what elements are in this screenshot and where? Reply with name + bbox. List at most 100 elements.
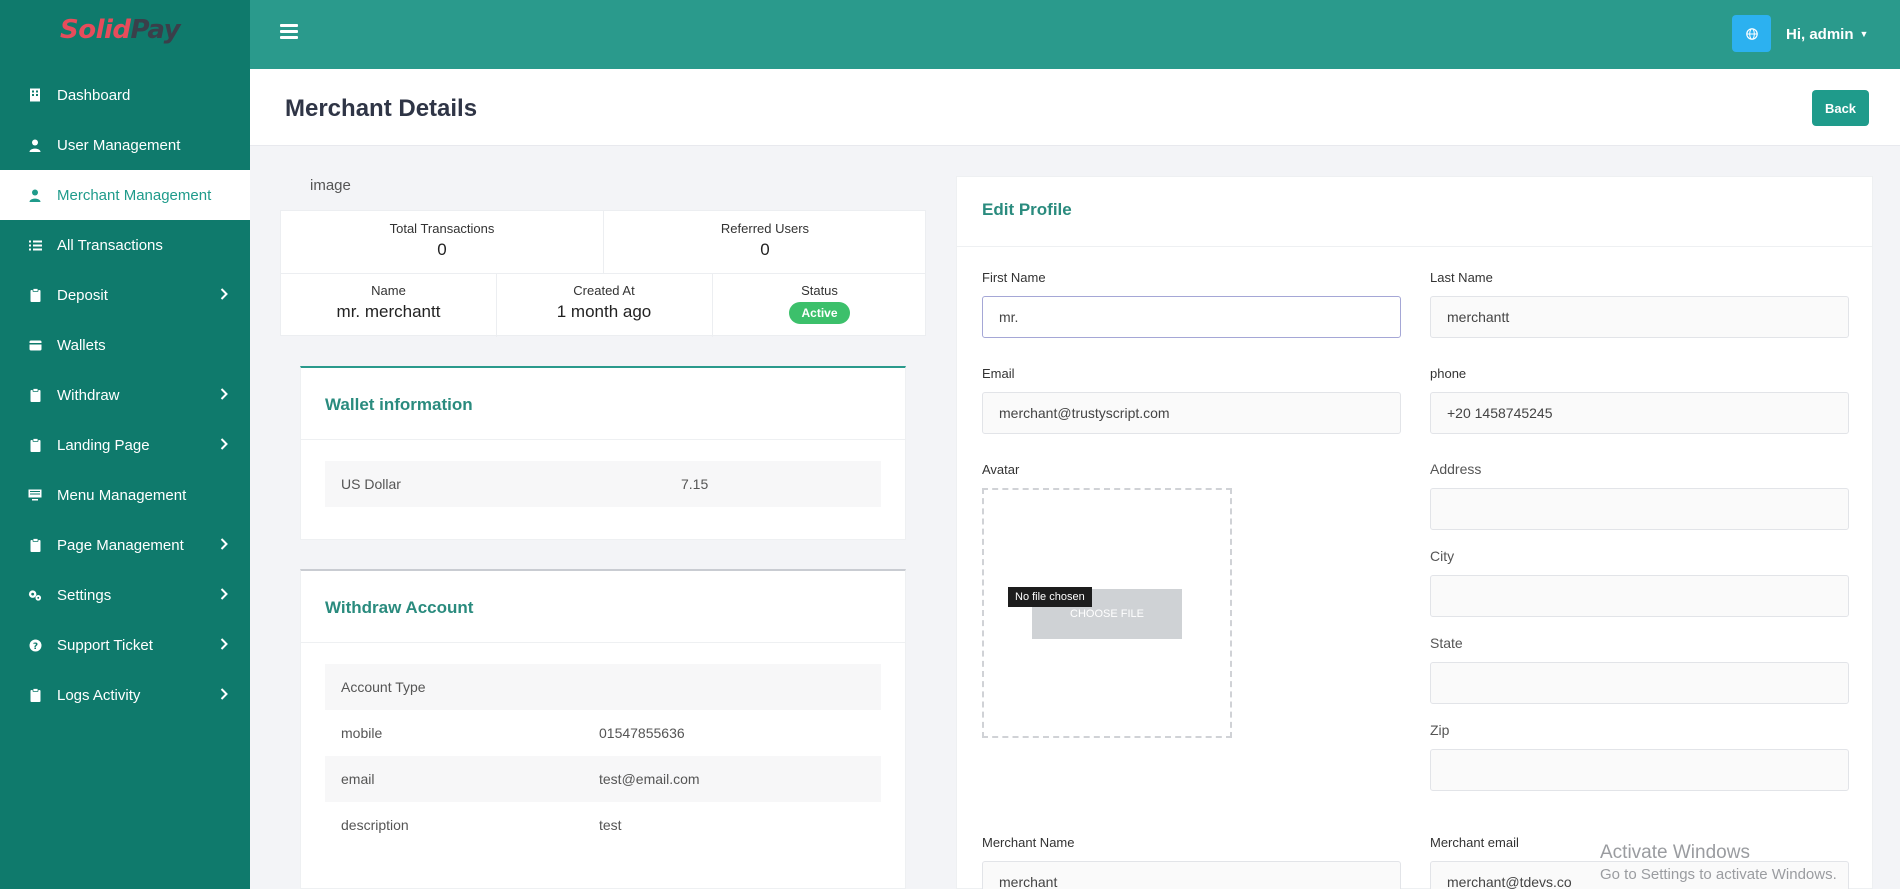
wallet-currency: US Dollar (341, 476, 401, 492)
sidebar-item-label: Dashboard (57, 86, 131, 104)
row-value: 01547855636 (599, 725, 685, 741)
last-name-label: Last Name (1430, 270, 1493, 285)
phone-label: phone (1430, 366, 1467, 381)
sidebar-item-wallets[interactable]: Wallets (0, 320, 250, 370)
sidebar: SolidPay Dashboard User Management Merchan… (0, 0, 250, 889)
zip-input[interactable] (1430, 749, 1849, 791)
avatar-label: Avatar (982, 462, 1020, 477)
clipboard-icon (28, 538, 42, 552)
state-input[interactable] (1430, 662, 1849, 704)
user-menu[interactable]: Hi, admin ▼ (1786, 26, 1868, 43)
chevron-right-icon (220, 287, 228, 303)
sidebar-item-label: User Management (57, 136, 181, 154)
withdraw-account-card: Withdraw Account Account Type mobile 015… (300, 569, 906, 889)
windows-activation-watermark: Activate Windows Go to Settings to activ… (1600, 842, 1837, 883)
first-name-input[interactable]: mr. (982, 296, 1401, 338)
watermark-line1: Activate Windows (1600, 842, 1750, 863)
sidebar-item-menu-management[interactable]: Menu Management (0, 470, 250, 520)
sidebar-item-landing-page[interactable]: Landing Page (0, 420, 250, 470)
chevron-right-icon (220, 437, 228, 453)
sidebar-item-label: Withdraw (57, 386, 120, 404)
clipboard-icon (28, 288, 42, 302)
chevron-right-icon (220, 387, 228, 403)
sidebar-item-settings[interactable]: Settings (0, 570, 250, 620)
language-button[interactable] (1732, 15, 1771, 52)
sidebar-item-label: Page Management (57, 536, 184, 554)
chevron-right-icon (220, 537, 228, 553)
clipboard-icon (28, 388, 42, 402)
sidebar-item-withdraw[interactable]: Withdraw (0, 370, 250, 420)
last-name-input[interactable]: merchantt (1430, 296, 1849, 338)
avatar-dropzone[interactable]: CHOOSE FILE No file chosen (982, 488, 1232, 738)
user-greeting: Hi, admin (1786, 26, 1854, 43)
sidebar-item-label: Deposit (57, 286, 108, 304)
stat-name: Name mr. merchantt (281, 283, 496, 322)
table-row: mobile 01547855636 (325, 710, 881, 756)
page-title: Merchant Details (285, 95, 478, 122)
stat-total-transactions: Total Transactions 0 (281, 221, 603, 260)
sidebar-item-deposit[interactable]: Deposit (0, 270, 250, 320)
chevron-right-icon (220, 687, 228, 703)
brand-part2: Pay (130, 15, 181, 45)
wallet-card: Wallet information US Dollar 7.15 (300, 366, 906, 540)
no-file-tooltip: No file chosen (1008, 587, 1092, 607)
state-label: State (1430, 635, 1463, 651)
list-icon (28, 238, 42, 252)
merchant-name-label: Merchant Name (982, 835, 1075, 850)
stat-value: 1 month ago (556, 302, 652, 321)
user-icon (28, 138, 42, 152)
stats-card: Total Transactions 0 Referred Users 0 Na… (280, 210, 927, 337)
building-icon (28, 88, 42, 102)
row-key: description (341, 817, 409, 833)
stat-value: 0 (760, 240, 770, 259)
table-row: description test (325, 802, 881, 848)
zip-label: Zip (1430, 722, 1450, 738)
clipboard-icon (28, 438, 42, 452)
table-row: email test@email.com (325, 756, 881, 802)
city-input[interactable] (1430, 575, 1849, 617)
stat-value: 0 (437, 240, 447, 259)
sidebar-item-page-management[interactable]: Page Management (0, 520, 250, 570)
svg-text:?: ? (32, 642, 37, 652)
sidebar-item-user-management[interactable]: User Management (0, 120, 250, 170)
row-value: test@email.com (599, 771, 700, 787)
sidebar-item-dashboard[interactable]: Dashboard (0, 70, 250, 120)
sidebar-item-all-transactions[interactable]: All Transactions (0, 220, 250, 270)
sidebar-item-label: All Transactions (57, 236, 163, 254)
stat-label: Total Transactions (389, 221, 495, 236)
menu-toggle-icon[interactable] (280, 24, 298, 42)
back-button[interactable]: Back (1812, 90, 1869, 126)
sidebar-item-merchant-management[interactable]: Merchant Management (0, 170, 250, 220)
stat-label: Referred Users (720, 221, 810, 236)
phone-input[interactable]: +20 1458745245 (1430, 392, 1849, 434)
merchant-email-label: Merchant email (1430, 835, 1519, 850)
row-key: email (341, 771, 375, 787)
brand-logo[interactable]: SolidPay (0, 0, 250, 60)
row-key: mobile (341, 725, 383, 741)
chevron-right-icon (220, 587, 228, 603)
stat-label: Name (371, 283, 406, 298)
stat-referred-users: Referred Users 0 (603, 221, 927, 260)
page-header: Merchant Details Back (250, 69, 1900, 146)
wallet-title: Wallet information (325, 395, 473, 414)
table-row: Account Type (325, 664, 881, 710)
caret-down-icon: ▼ (1859, 29, 1869, 39)
first-name-label: First Name (982, 270, 1046, 285)
edit-profile-title: Edit Profile (982, 200, 1072, 219)
merchant-name-input[interactable]: merchant (982, 861, 1401, 889)
email-input[interactable]: merchant@trustyscript.com (982, 392, 1401, 434)
status-badge: Active (789, 302, 850, 324)
stat-created-at: Created At 1 month ago (496, 283, 712, 322)
profile-image: image (310, 177, 351, 194)
chevron-right-icon (220, 637, 228, 653)
globe-icon (1745, 27, 1758, 40)
gears-icon (28, 588, 42, 602)
wallet-row: US Dollar 7.15 (325, 461, 881, 507)
sidebar-item-logs-activity[interactable]: Logs Activity (0, 670, 250, 720)
sidebar-item-label: Merchant Management (57, 186, 212, 204)
sidebar-item-support-ticket[interactable]: ? Support Ticket (0, 620, 250, 670)
row-value: test (599, 817, 622, 833)
address-input[interactable] (1430, 488, 1849, 530)
sidebar-item-label: Support Ticket (57, 636, 153, 654)
city-label: City (1430, 548, 1455, 564)
